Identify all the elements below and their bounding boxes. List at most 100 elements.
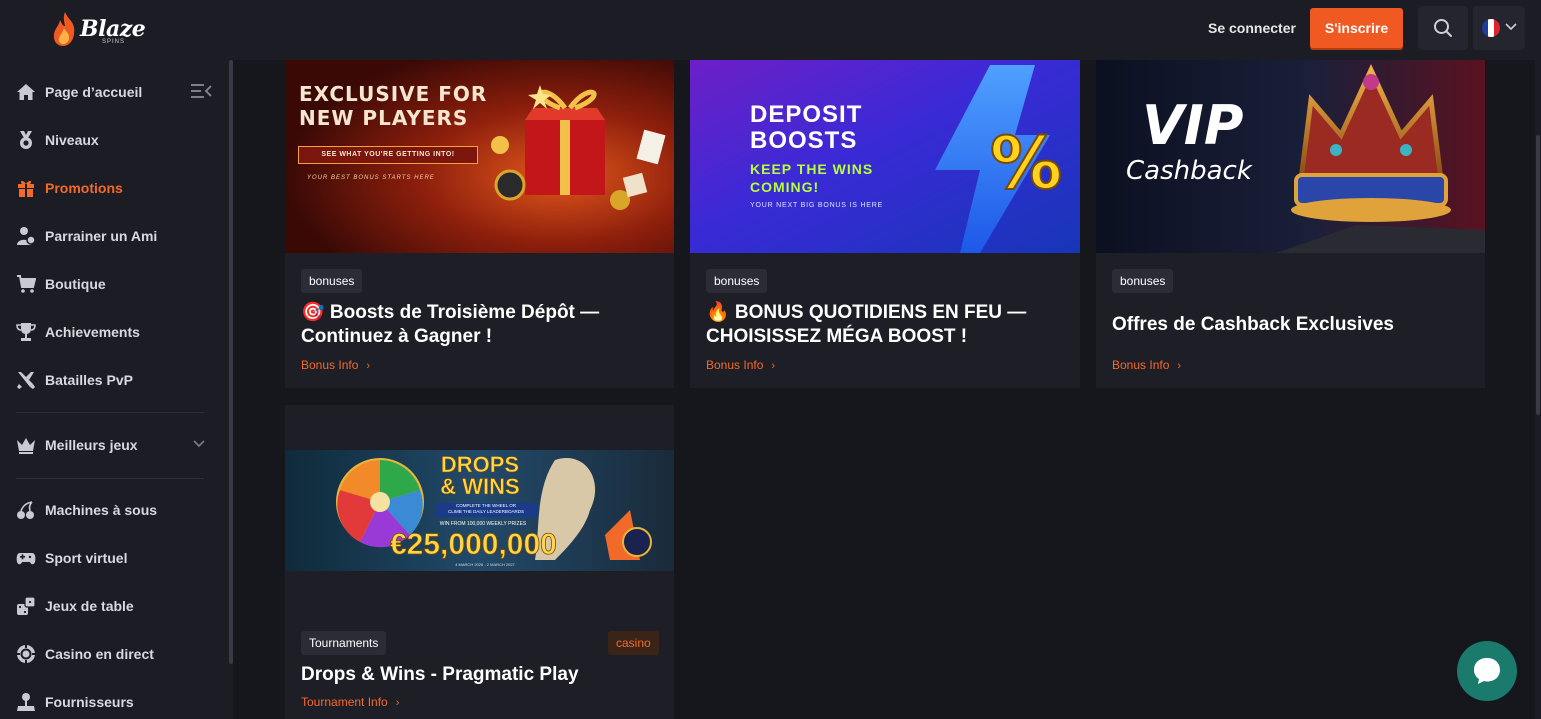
chevron-right-icon: › [395, 697, 400, 709]
tournament-info-link[interactable]: Tournament Info › [301, 695, 399, 709]
main-scrollbar[interactable] [1535, 60, 1541, 719]
banner-tagline: YOUR NEXT BIG BONUS IS HERE [750, 202, 884, 209]
promotion-banner-image[interactable]: DROPS & WINS COMPLETE THE WHEEL OR CLIMB… [285, 450, 674, 571]
category-tag: bonuses [301, 269, 363, 293]
sidebar-item-label: Machines à sous [45, 502, 158, 518]
promotion-banner-image[interactable]: EXCLUSIVE FOR NEW PLAYERS SEE WHAT YOU'R… [285, 60, 674, 253]
promotion-card[interactable]: EXCLUSIVE FOR NEW PLAYERS SEE WHAT YOU'R… [285, 60, 674, 388]
link-label: Tournament Info [301, 695, 388, 709]
banner-headline-line1: DROPS [440, 452, 520, 477]
banner-prize: €25,000,000 [390, 528, 558, 562]
banner-tagline: YOUR BEST BONUS STARTS HERE [307, 175, 435, 181]
sidebar-item-home[interactable]: Page d’accueil [16, 78, 142, 106]
banner-headline-line2: & WINS [440, 474, 520, 499]
promotion-card[interactable]: VIP Cashback bonuses Offres de Cashback … [1096, 60, 1485, 388]
sidebar-item-label: Page d’accueil [45, 84, 143, 100]
sidebar-item-label: Parrainer un Ami [45, 228, 158, 244]
sidebar-item-providers[interactable]: Fournisseurs [16, 688, 134, 716]
link-label: Bonus Info [1112, 358, 1170, 372]
bonus-info-link[interactable]: Bonus Info › [301, 358, 370, 372]
sidebar-item-top-games[interactable]: Meilleurs jeux [16, 431, 138, 459]
bonus-info-link[interactable]: Bonus Info › [706, 358, 775, 372]
chevron-right-icon: › [1177, 360, 1182, 372]
sidebar-item-label: Achievements [45, 324, 140, 340]
sidebar-item-live-casino[interactable]: Casino en direct [16, 640, 154, 668]
signup-button[interactable]: S'inscrire [1310, 8, 1403, 48]
sidebar-item-virtual-sports[interactable]: Sport virtuel [16, 544, 127, 572]
category-tag: Tournaments [301, 631, 387, 655]
chat-icon [1474, 658, 1500, 684]
percent-symbol: % [990, 121, 1062, 205]
banner-subline2: COMING! [750, 179, 820, 195]
chevron-right-icon: › [771, 360, 776, 372]
link-label: Bonus Info [301, 358, 359, 372]
title-line: Continuez à Gagner ! [301, 326, 493, 347]
promotion-card[interactable]: % DEPOSIT BOOSTS KEEP THE WINS COMING! Y… [690, 60, 1080, 388]
chat-button[interactable] [1457, 641, 1517, 701]
sidebar-item-label: Sport virtuel [45, 550, 128, 566]
title-line: CHOISISSEZ MÉGA BOOST ! [706, 326, 968, 347]
sidebar-scrollbar[interactable] [229, 60, 233, 664]
sidebar-item-referral[interactable]: Parrainer un Ami [16, 222, 157, 250]
sidebar-item-label: Promotions [45, 180, 123, 196]
promotion-card[interactable]: DROPS & WINS COMPLETE THE WHEEL OR CLIMB… [285, 405, 674, 719]
banner-dates: 4 MARCH 2026 - 2 MARCH 2027 [455, 562, 515, 567]
chevron-down-icon[interactable] [193, 440, 205, 448]
banner-subline1: KEEP THE WINS [750, 161, 874, 177]
promotion-title: Drops & Wins - Pragmatic Play [301, 664, 579, 685]
dice-icon [17, 596, 36, 615]
bonus-info-link[interactable]: Bonus Info › [1112, 358, 1181, 372]
chip-icon [17, 645, 35, 663]
sidebar-item-label: Casino en direct [45, 646, 154, 662]
promotion-title: Offres de Cashback Exclusives [1112, 314, 1394, 335]
flame-icon [53, 12, 75, 46]
sidebar-item-shop[interactable]: Boutique [16, 270, 106, 298]
medal-icon [20, 131, 32, 149]
sidebar: Page d’accueil Niveaux Promotions Parrai… [0, 60, 233, 719]
crown-icon [17, 438, 35, 454]
banner-headline-line2: Cashback [1126, 156, 1252, 186]
gamepad-icon [16, 553, 36, 565]
banner-sub-line2: CLIMB THE DAILY LEADERBOARDS [447, 509, 525, 514]
home-icon [17, 84, 35, 100]
swords-icon [17, 372, 35, 389]
login-link[interactable]: Se connecter [1208, 20, 1296, 36]
sidebar-item-table-games[interactable]: Jeux de table [16, 592, 134, 620]
title-line: 🎯 Boosts de Troisième Dépôt — [301, 302, 600, 323]
promotion-title: 🔥 BONUS QUOTIDIENS EN FEU — CHOISISSEZ M… [706, 301, 1066, 349]
sidebar-item-levels[interactable]: Niveaux [16, 126, 99, 154]
top-bar: Blaze SPINS Se connecter S'inscrire [0, 0, 1541, 60]
logo-subtext: SPINS [102, 39, 126, 45]
sidebar-item-promotions[interactable]: Promotions [16, 174, 123, 202]
deposit-boosts-banner: % [690, 60, 1080, 253]
sidebar-item-label: Boutique [45, 276, 106, 292]
sidebar-item-label: Batailles PvP [45, 372, 133, 388]
promotion-banner-image[interactable]: % DEPOSIT BOOSTS KEEP THE WINS COMING! Y… [690, 60, 1080, 253]
search-button[interactable] [1418, 6, 1468, 50]
collapse-sidebar-icon[interactable] [190, 82, 212, 100]
sidebar-item-pvp[interactable]: Batailles PvP [16, 366, 133, 394]
sidebar-divider [16, 412, 204, 413]
sidebar-item-label: Niveaux [45, 132, 99, 148]
language-selector[interactable] [1473, 6, 1525, 50]
category-tag: bonuses [1112, 269, 1174, 293]
cart-icon [17, 275, 36, 293]
cherries-icon [17, 501, 34, 519]
promotion-title: 🎯 Boosts de Troisième Dépôt — Continuez … [301, 301, 661, 349]
banner-cta: SEE WHAT YOU'RE GETTING INTO! [298, 146, 478, 164]
blaze-spins-logo[interactable]: Blaze SPINS [50, 10, 146, 50]
search-icon [1434, 19, 1452, 37]
scrollbar-thumb[interactable] [1536, 135, 1540, 415]
sidebar-divider [16, 478, 204, 479]
chevron-right-icon: › [366, 360, 371, 372]
sidebar-item-label: Meilleurs jeux [45, 437, 138, 453]
sidebar-item-achievements[interactable]: Achievements [16, 318, 140, 346]
trophy-icon [16, 323, 36, 341]
referral-icon [17, 227, 36, 245]
sidebar-item-label: Fournisseurs [45, 694, 134, 710]
banner-sub-line3: WIN FROM 100,000 WEEKLY PRIZES [439, 521, 527, 527]
chevron-down-icon [1505, 23, 1517, 31]
banner-headline-line1: VIP [1142, 94, 1244, 157]
sidebar-item-slots[interactable]: Machines à sous [16, 496, 157, 524]
promotion-banner-image[interactable]: VIP Cashback [1096, 60, 1485, 253]
